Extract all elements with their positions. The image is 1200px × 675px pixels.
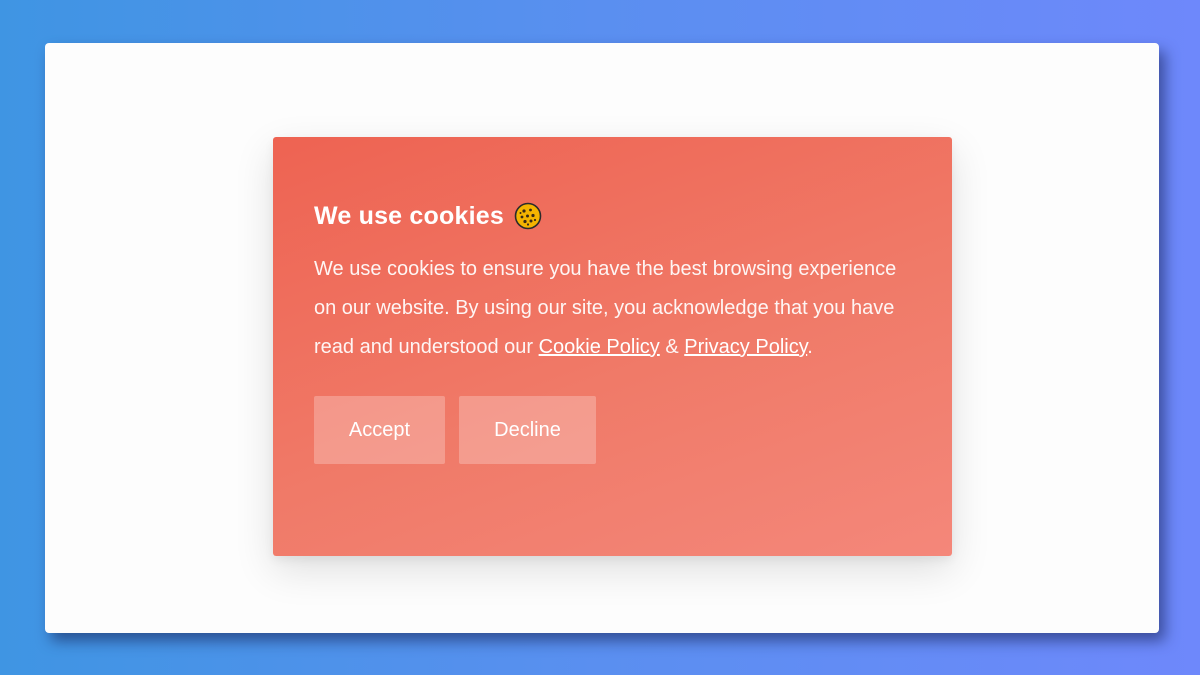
privacy-policy-link[interactable]: Privacy Policy: [684, 336, 807, 358]
cookie-banner-message: We use cookies to ensure you have the be…: [314, 250, 912, 367]
decline-button[interactable]: Decline: [459, 396, 596, 464]
cookie-consent-card: We use cookies We use cookies to ensure …: [273, 137, 952, 556]
cookie-policy-link[interactable]: Cookie Policy: [539, 336, 660, 358]
title-row: We use cookies: [314, 199, 912, 233]
cookie-icon: [514, 202, 542, 230]
button-row: Accept Decline: [314, 396, 912, 464]
accept-button[interactable]: Accept: [314, 396, 445, 464]
cookie-banner-title: We use cookies: [314, 201, 504, 230]
browser-window: We use cookies We use cookies to ensure …: [45, 43, 1159, 633]
ampersand-text: &: [659, 336, 685, 358]
period-text: .: [807, 336, 813, 358]
